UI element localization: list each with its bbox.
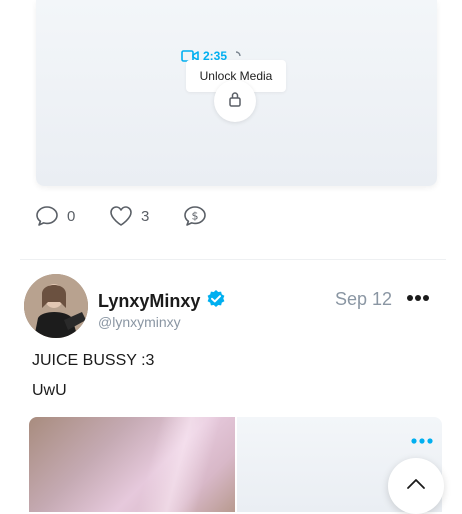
media-highlight: [136, 417, 222, 512]
scroll-to-top-button[interactable]: [388, 458, 444, 514]
chevron-up-icon: [406, 477, 426, 495]
comment-icon: [35, 205, 59, 227]
comment-count: 0: [67, 207, 76, 225]
display-name-text[interactable]: LynxyMinxy: [98, 291, 200, 312]
dollar-tip-icon: $: [183, 205, 207, 227]
post-text-line: UwU: [32, 382, 67, 399]
media-more-button[interactable]: [410, 432, 434, 448]
post-actions: 0 3 $: [35, 204, 207, 228]
lock-button[interactable]: [214, 80, 256, 122]
avatar[interactable]: [24, 274, 88, 338]
post-date[interactable]: Sep 12: [335, 289, 392, 310]
heart-icon: [109, 205, 133, 227]
more-dots-icon: [411, 431, 433, 449]
user-handle[interactable]: @lynxyminxy: [98, 314, 181, 330]
post-media-image[interactable]: [29, 417, 235, 512]
lock-icon: [228, 91, 242, 112]
post-divider: [20, 259, 446, 260]
tip-button[interactable]: $: [183, 205, 207, 227]
like-button[interactable]: 3: [109, 205, 183, 227]
comment-button[interactable]: 0: [35, 205, 109, 227]
verified-badge-icon: [206, 289, 226, 314]
post-text-line: JUICE BUSSY :3: [32, 352, 155, 369]
locked-media-card[interactable]: 2:35 Unlock Media: [36, 0, 437, 186]
display-name[interactable]: LynxyMinxy: [98, 289, 226, 314]
svg-text:$: $: [192, 210, 199, 223]
like-count: 3: [141, 207, 150, 225]
more-dots-icon: [406, 289, 430, 307]
post-more-button[interactable]: [404, 290, 432, 306]
